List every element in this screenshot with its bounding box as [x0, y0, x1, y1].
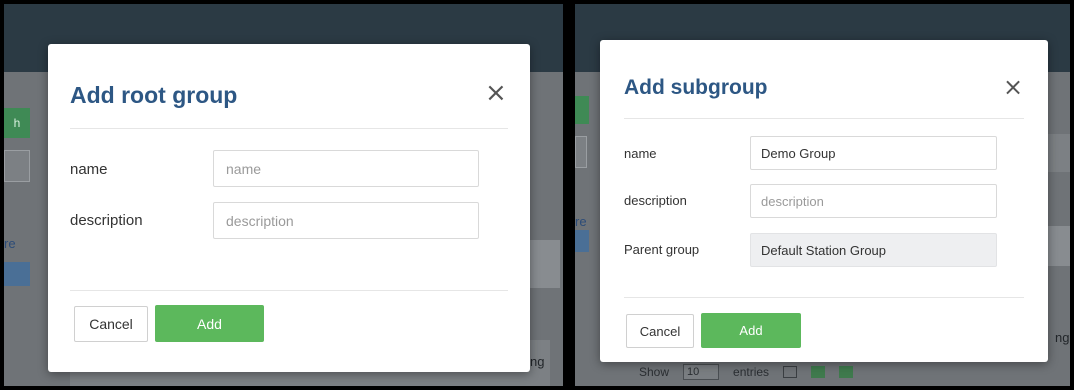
background-row-fragment: ng — [530, 354, 545, 369]
name-label: name — [70, 161, 108, 178]
cancel-button[interactable]: Cancel — [74, 306, 148, 342]
background-show-label: Show — [639, 365, 670, 379]
dialog-title: Add subgroup — [624, 76, 768, 99]
background-link-fragment: re — [575, 214, 587, 229]
excel-icon — [839, 366, 854, 378]
parent-group-field: Default Station Group — [750, 233, 997, 267]
parent-group-label: Parent group — [624, 242, 700, 257]
background-page-size-select: 10 — [683, 364, 720, 380]
add-button[interactable]: Add — [155, 305, 264, 342]
description-label: description — [70, 212, 143, 229]
add-button[interactable]: Add — [701, 313, 801, 348]
csv-icon — [811, 366, 826, 378]
background-button-fragment: h — [13, 116, 21, 130]
description-input-placeholder: description — [226, 212, 294, 229]
close-icon[interactable]: × — [485, 80, 507, 106]
description-input[interactable]: description — [213, 202, 479, 239]
add-root-group-dialog: Add root group × name name description d… — [48, 44, 530, 372]
background-link-fragment: re — [4, 236, 16, 251]
background-row-fragment: ng — [1055, 330, 1070, 345]
name-input[interactable]: name — [213, 150, 479, 187]
name-label: name — [624, 146, 657, 161]
cancel-button[interactable]: Cancel — [626, 314, 694, 348]
background-entries-label: entries — [733, 365, 770, 379]
header-divider — [624, 118, 1024, 119]
description-label: description — [624, 193, 687, 208]
background-input — [4, 150, 30, 182]
close-icon[interactable]: × — [1003, 75, 1023, 99]
background-search-button — [575, 96, 589, 124]
footer-divider — [624, 297, 1024, 298]
copy-icon — [783, 366, 798, 378]
name-input[interactable]: Demo Group — [750, 136, 997, 170]
add-subgroup-dialog: Add subgroup × name Demo Group descripti… — [600, 40, 1048, 362]
background-blue-chip — [575, 230, 589, 252]
description-input[interactable]: description — [750, 184, 997, 218]
background-blue-chip — [4, 262, 30, 286]
background-search-button: h — [4, 108, 30, 138]
left-screenshot-panel: h re ng Add root group × name name descr… — [0, 0, 567, 390]
name-input-placeholder: name — [226, 160, 262, 177]
header-divider — [70, 128, 508, 129]
footer-divider — [70, 290, 508, 291]
name-input-value: Demo Group — [761, 145, 836, 161]
dialog-title: Add root group — [70, 82, 238, 108]
background-input — [575, 136, 587, 168]
right-screenshot-panel: re ng Show 10 entries Add subgroup × nam… — [571, 0, 1074, 390]
description-input-placeholder: description — [761, 193, 824, 209]
parent-group-value: Default Station Group — [761, 242, 887, 258]
background-table-footer: Show 10 entries — [639, 364, 854, 380]
